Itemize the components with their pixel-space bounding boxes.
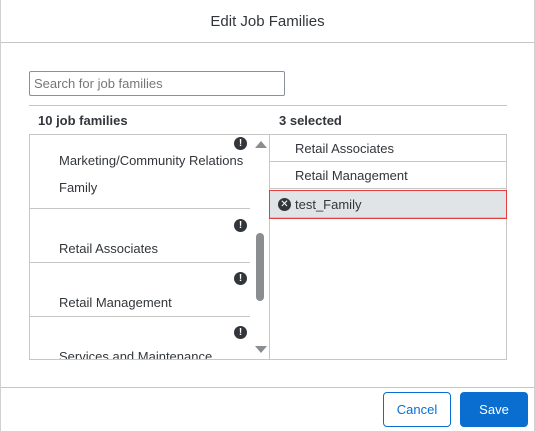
selected-item-label: test_Family [295,196,362,212]
selected-item-label: Retail Management [295,167,408,183]
alert-icon: ! [234,326,247,339]
list-item[interactable]: ! Marketing/Community Relations Family [30,135,250,209]
available-list-header: 10 job families [29,105,269,135]
selected-count-label: 3 selected [279,112,342,128]
edit-job-families-dialog: Edit Job Families 10 job families 3 sele… [0,0,535,431]
dialog-title: Edit Job Families [210,12,325,30]
selected-item[interactable]: Retail Associates [270,135,506,162]
selected-item-label: Retail Associates [295,140,394,156]
selected-item[interactable]: Retail Management [270,162,506,189]
available-count-label: 10 job families [38,112,128,128]
alert-icon: ! [234,272,247,285]
list-item[interactable]: ! Retail Associates [30,209,250,263]
list-item-label: Retail Management [59,295,172,310]
list-item[interactable]: ! Services and Maintenance [30,317,250,360]
available-list[interactable]: ! Marketing/Community Relations Family !… [29,135,269,360]
scroll-thumb[interactable] [256,233,264,301]
dialog-footer [1,387,534,431]
selected-item-highlighted[interactable]: ✕ test_Family [269,190,507,219]
scroll-up-arrow-icon[interactable] [255,141,267,148]
selected-list: Retail Associates Retail Management ✕ te… [269,135,507,360]
save-button[interactable]: Save [460,392,528,427]
list-scrollbar[interactable] [252,135,268,359]
remove-icon[interactable]: ✕ [278,198,291,211]
selected-list-header: 3 selected [269,105,507,135]
scroll-down-arrow-icon[interactable] [255,346,267,353]
list-item-label: Marketing/Community Relations Family [59,153,244,195]
list-item-label: Services and Maintenance [59,349,213,360]
dialog-header: Edit Job Families [1,0,534,43]
list-item[interactable]: ! Retail Management [30,263,250,317]
alert-icon: ! [234,219,247,232]
list-item-label: Retail Associates [59,241,158,256]
cancel-button[interactable]: Cancel [383,392,451,427]
search-input[interactable] [29,71,285,96]
